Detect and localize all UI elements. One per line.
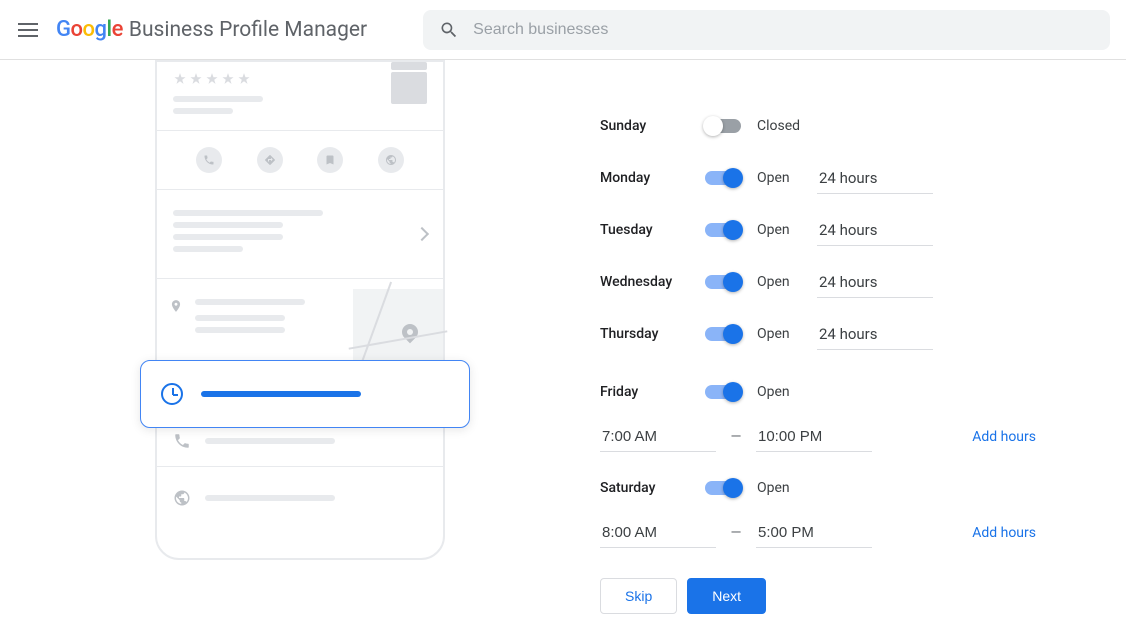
day-row-saturday: Saturday Open [600, 462, 1040, 514]
chevron-right-icon [415, 227, 429, 241]
day-row-friday: Friday Open [600, 366, 1040, 418]
toggle-saturday[interactable] [705, 481, 741, 495]
search-container [423, 10, 1110, 50]
directions-icon [257, 147, 283, 173]
phone-mockup [155, 60, 445, 560]
day-label: Sunday [600, 118, 705, 134]
search-bar[interactable] [423, 10, 1110, 50]
status-label: Open [757, 274, 817, 290]
storefront-icon [391, 72, 427, 104]
form-actions: Skip Next [600, 578, 1040, 614]
search-icon [439, 20, 459, 40]
save-icon [317, 147, 343, 173]
menu-icon[interactable] [16, 18, 40, 42]
toggle-wednesday[interactable] [705, 275, 741, 289]
status-label: Open [757, 222, 817, 238]
globe-icon [173, 489, 191, 507]
product-name: Business Profile Manager [129, 18, 367, 42]
skip-button[interactable]: Skip [600, 578, 677, 614]
status-label: Open [757, 170, 817, 186]
day-label: Monday [600, 170, 705, 186]
toggle-tuesday[interactable] [705, 223, 741, 237]
status-label: Closed [757, 118, 817, 134]
toggle-friday[interactable] [705, 385, 741, 399]
map-thumbnail [353, 289, 443, 369]
close-time-input[interactable] [756, 422, 872, 452]
location-pin-icon [169, 299, 183, 313]
time-range-saturday: — Add hours [600, 518, 1040, 548]
next-button[interactable]: Next [687, 578, 766, 614]
clock-icon [161, 383, 183, 405]
toggle-monday[interactable] [705, 171, 741, 185]
add-hours-link[interactable]: Add hours [972, 525, 1040, 541]
hours-form: Sunday Closed Monday Open 24 hours Tuesd… [600, 60, 1040, 644]
app-header: Google Business Profile Manager [0, 0, 1126, 60]
day-row-thursday: Thursday Open 24 hours [600, 308, 1040, 360]
hours-highlight-card [140, 360, 470, 428]
logo[interactable]: Google Business Profile Manager [56, 17, 367, 42]
toggle-sunday[interactable] [705, 119, 741, 133]
status-label: Open [757, 384, 817, 400]
day-row-tuesday: Tuesday Open 24 hours [600, 204, 1040, 256]
phone-icon [173, 432, 191, 450]
day-label: Thursday [600, 326, 705, 342]
time-range-friday: — Add hours [600, 422, 1040, 452]
open-time-input[interactable] [600, 422, 716, 452]
search-input[interactable] [473, 21, 1094, 39]
day-row-sunday: Sunday Closed [600, 100, 1040, 152]
status-label: Open [757, 326, 817, 342]
hours-value[interactable]: 24 hours [817, 319, 933, 350]
hours-value[interactable]: 24 hours [817, 215, 933, 246]
add-hours-link[interactable]: Add hours [972, 429, 1040, 445]
illustration-column [0, 60, 600, 644]
rating-stars-placeholder [173, 72, 263, 86]
website-icon [378, 147, 404, 173]
day-label: Friday [600, 384, 705, 400]
day-row-monday: Monday Open 24 hours [600, 152, 1040, 204]
day-label: Tuesday [600, 222, 705, 238]
day-label: Saturday [600, 480, 705, 496]
hours-value[interactable]: 24 hours [817, 267, 933, 298]
action-icons-placeholder [169, 141, 431, 179]
call-icon [196, 147, 222, 173]
toggle-thursday[interactable] [705, 327, 741, 341]
status-label: Open [757, 480, 817, 496]
close-time-input[interactable] [756, 518, 872, 548]
open-time-input[interactable] [600, 518, 716, 548]
day-row-wednesday: Wednesday Open 24 hours [600, 256, 1040, 308]
hours-value[interactable]: 24 hours [817, 163, 933, 194]
day-label: Wednesday [600, 274, 705, 290]
